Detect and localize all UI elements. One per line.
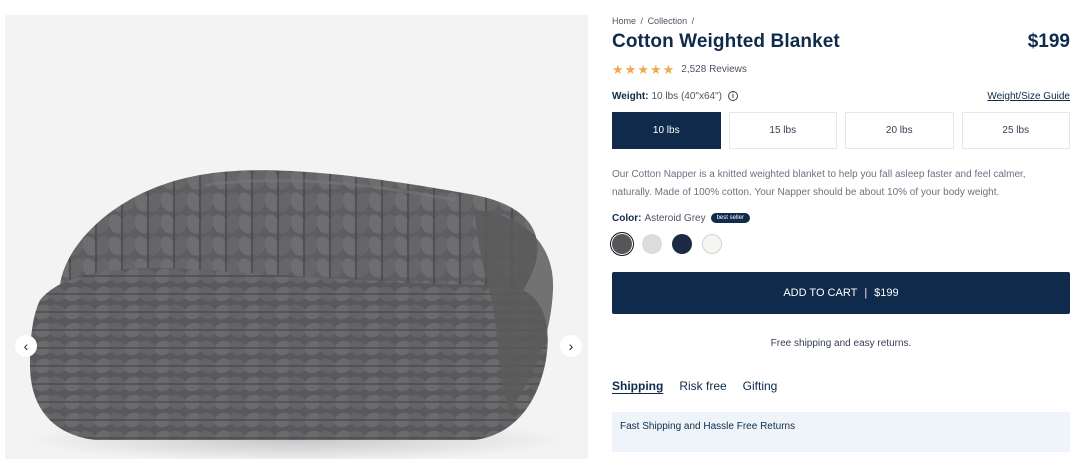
weight-option-10-lbs[interactable]: 10 lbs	[612, 112, 721, 149]
swatch-asteroid-grey[interactable]	[612, 234, 632, 254]
color-swatches	[612, 234, 1070, 254]
tab-risk-free[interactable]: Risk free	[679, 379, 726, 395]
weight-label: Weight: 10 lbs (40"x64") i	[612, 91, 738, 102]
info-tabs: Shipping Risk free Gifting	[612, 379, 1070, 395]
shipping-accordion[interactable]: Fast Shipping and Hassle Free Returns	[612, 412, 1070, 452]
rating-row[interactable]: ★ ★ ★ ★ ★ 2,528 Reviews	[612, 62, 1070, 76]
reviews-link[interactable]: 2,528 Reviews	[681, 64, 747, 75]
add-to-cart-button[interactable]: ADD TO CART | $199	[612, 272, 1070, 314]
tab-shipping[interactable]: Shipping	[612, 379, 663, 395]
product-details: Home / Collection / Cotton Weighted Blan…	[612, 14, 1070, 459]
product-description: Our Cotton Napper is a knitted weighted …	[612, 169, 1026, 198]
weight-label-text: Weight:	[612, 90, 649, 102]
title-row: Cotton Weighted Blanket $199	[612, 31, 1070, 53]
product-title: Cotton Weighted Blanket	[612, 31, 840, 52]
cta-separator: |	[864, 287, 868, 299]
weight-option-25-lbs[interactable]: 25 lbs	[961, 112, 1070, 149]
breadcrumb-home-link[interactable]: Home	[612, 16, 636, 26]
swatch-cream[interactable]	[702, 234, 722, 254]
best-seller-badge: best seller	[710, 213, 750, 223]
product-image	[25, 170, 565, 459]
breadcrumb-separator: /	[691, 16, 695, 26]
star-icon: ★	[612, 61, 624, 77]
star-icon: ★	[624, 61, 637, 77]
swatch-navy[interactable]	[672, 234, 692, 254]
color-row: Color: Asteroid Grey best seller	[612, 211, 1070, 225]
accordion-title: Fast Shipping and Hassle Free Returns	[620, 421, 796, 432]
color-value: Asteroid Grey	[644, 212, 706, 224]
size-guide-link[interactable]: Weight/Size Guide	[987, 91, 1070, 102]
star-icon: ★	[662, 61, 675, 77]
add-to-cart-label: ADD TO CART	[783, 287, 858, 299]
add-to-cart-price: $199	[874, 287, 899, 299]
star-icon: ★	[637, 61, 649, 77]
weight-options: 10 lbs 15 lbs 20 lbs 25 lbs	[612, 112, 1070, 149]
breadcrumb: Home / Collection /	[612, 14, 1070, 28]
weight-option-15-lbs[interactable]: 15 lbs	[728, 112, 837, 149]
gallery-next-button[interactable]: ›	[560, 335, 582, 357]
star-icon: ★	[649, 61, 662, 77]
color-label: Color:	[612, 212, 642, 224]
weight-value: 10 lbs (40"x64")	[651, 90, 722, 102]
chevron-right-icon: ›	[568, 338, 574, 354]
product-price: $199	[1027, 31, 1070, 52]
weight-row: Weight: 10 lbs (40"x64") i Weight/Size G…	[612, 89, 1070, 103]
chevron-left-icon: ‹	[23, 338, 29, 354]
weight-option-20-lbs[interactable]: 20 lbs	[845, 112, 954, 149]
breadcrumb-separator: /	[640, 16, 644, 26]
shipping-note: Free shipping and easy returns.	[770, 338, 912, 349]
swatch-light-grey[interactable]	[642, 234, 662, 254]
star-rating: ★ ★ ★ ★ ★	[612, 63, 674, 76]
gallery-prev-button[interactable]: ‹	[15, 335, 37, 357]
info-icon[interactable]: i	[727, 91, 738, 101]
product-gallery: ‹ ›	[5, 15, 588, 459]
breadcrumb-collection-link[interactable]: Collection	[648, 16, 688, 26]
tab-gifting[interactable]: Gifting	[743, 379, 778, 395]
